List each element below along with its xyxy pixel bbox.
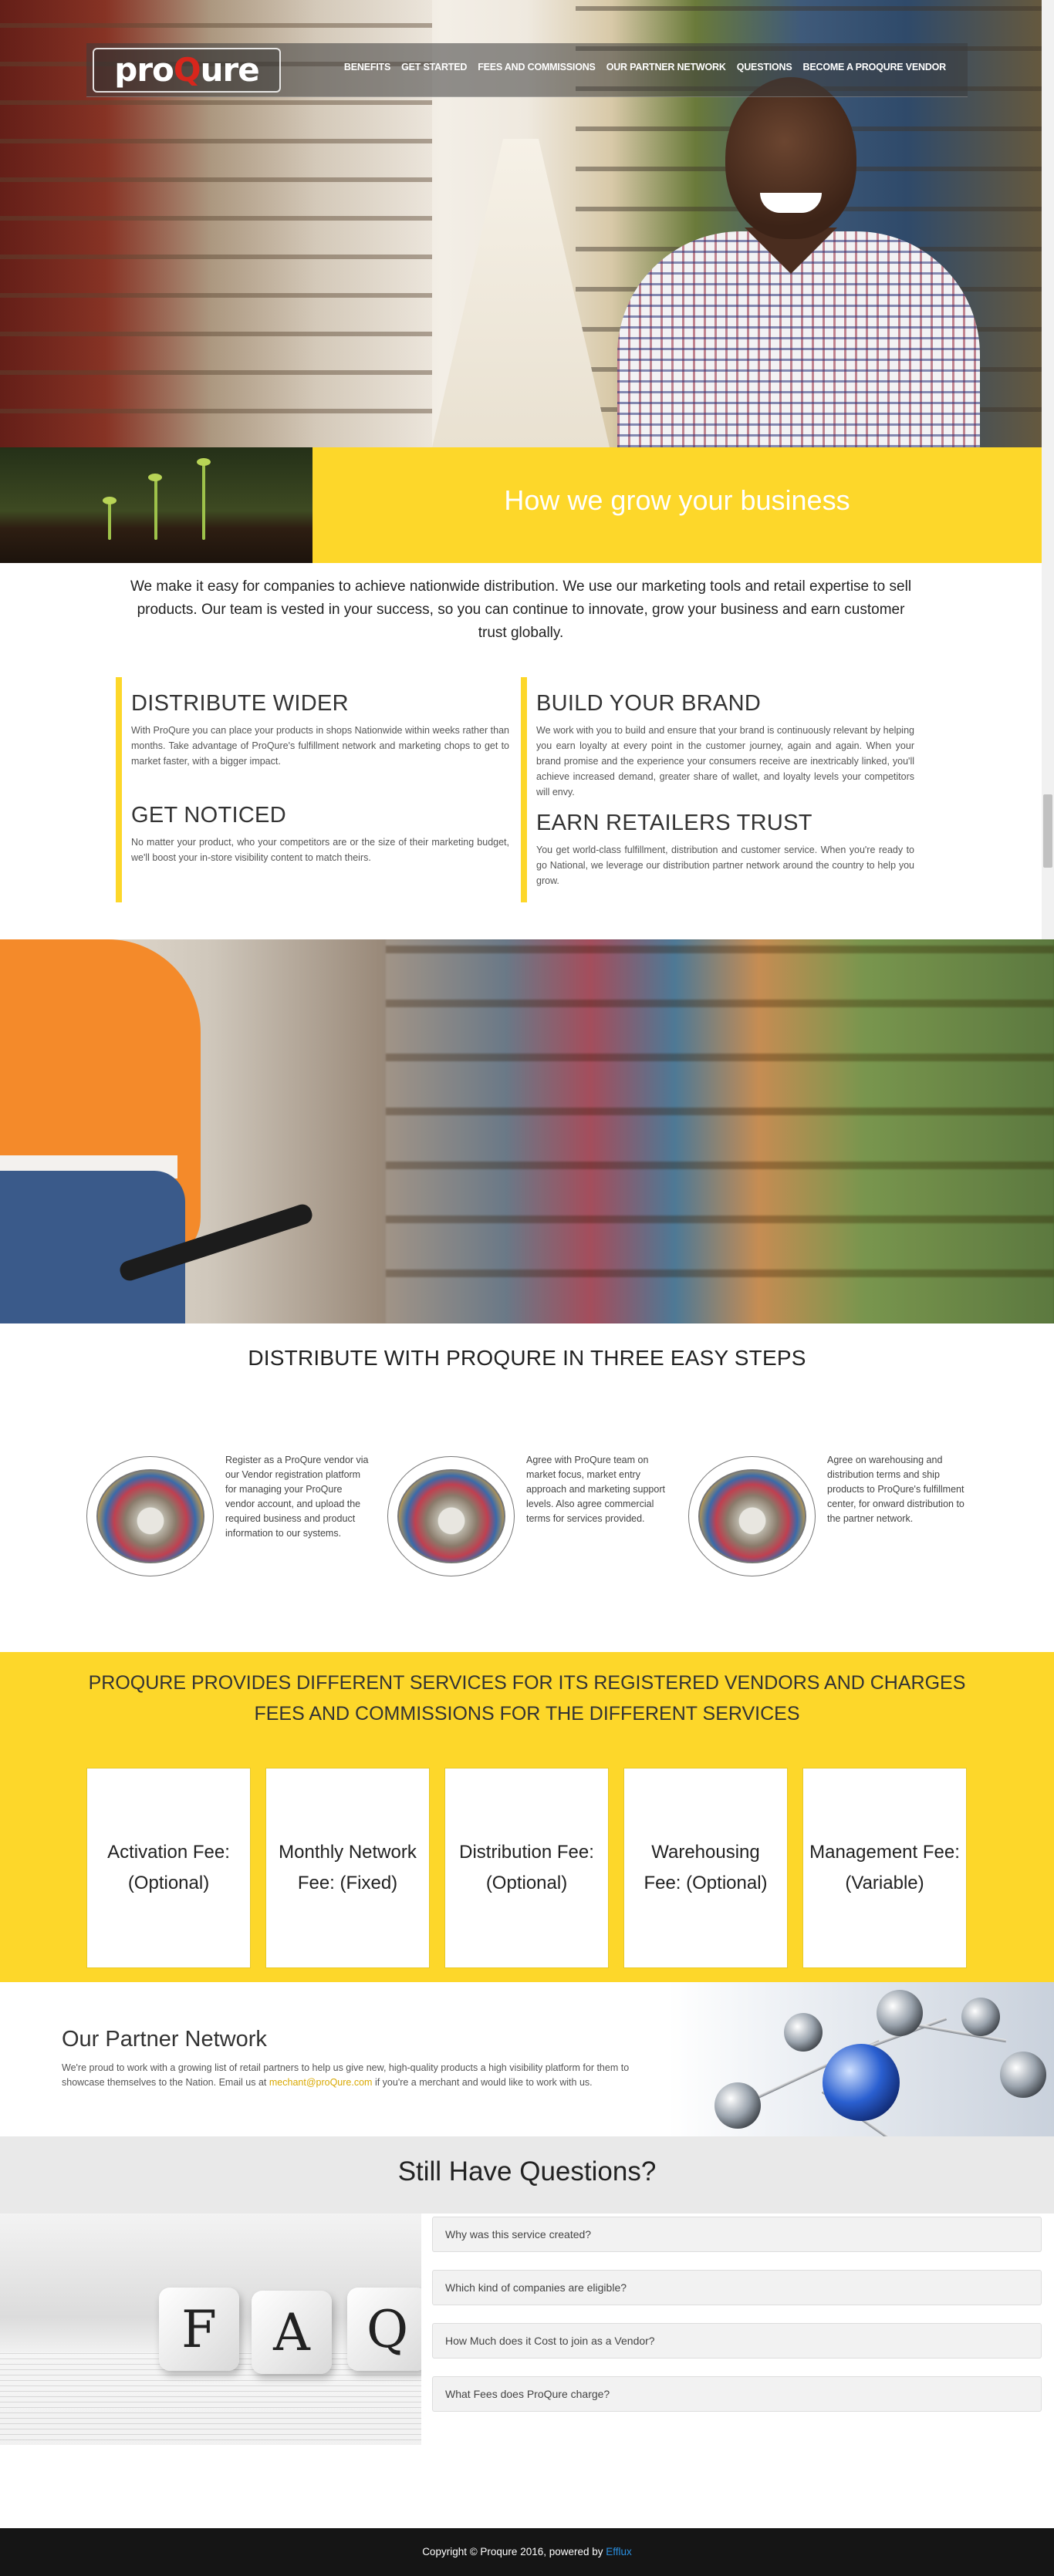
step-2-image <box>387 1456 515 1576</box>
faq-item-why-created[interactable]: Why was this service created? <box>432 2217 1042 2252</box>
faq-item-eligible[interactable]: Which kind of companies are eligible? <box>432 2270 1042 2305</box>
fee-card-monthly-network[interactable]: Monthly Network Fee: (Fixed) <box>265 1768 430 1968</box>
network-sphere-blue <box>823 2044 900 2121</box>
features-right: BUILD YOUR BRAND We work with you to bui… <box>521 677 914 902</box>
feature-title-brand: BUILD YOUR BRAND <box>536 691 762 716</box>
faq-die-a: A <box>252 2291 332 2374</box>
scrollbar-thumb[interactable] <box>1043 794 1052 868</box>
partner-title: Our Partner Network <box>62 2027 267 2052</box>
step-1-image <box>86 1456 214 1576</box>
fee-card-activation[interactable]: Activation Fee: (Optional) <box>86 1768 251 1968</box>
nav-fees-and-commissions[interactable]: FEES AND COMMISSIONS <box>478 62 596 72</box>
fees-title-line-1: PROQURE PROVIDES DIFFERENT SERVICES FOR … <box>88 1672 966 1694</box>
nav-questions[interactable]: QUESTIONS <box>737 62 792 72</box>
nav-get-started[interactable]: GET STARTED <box>401 62 467 72</box>
shopping-cart-photo <box>0 939 1054 1323</box>
sprout-stem <box>108 501 111 540</box>
sprout-leaf <box>148 474 162 481</box>
faq-dice-image: F A Q <box>0 2214 421 2445</box>
network-sphere <box>961 1998 1000 2036</box>
faq-item-fees[interactable]: What Fees does ProQure charge? <box>432 2376 1042 2412</box>
nav-our-partner-network[interactable]: OUR PARTNER NETWORK <box>606 62 726 72</box>
feature-text-noticed: No matter your product, who your competi… <box>131 837 509 863</box>
fee-card-distribution[interactable]: Distribution Fee: (Optional) <box>444 1768 609 1968</box>
step-aisle-thumb <box>397 1469 505 1563</box>
steps-title: DISTRIBUTE WITH PROQURE IN THREE EASY ST… <box>248 1346 806 1370</box>
grow-title: How we grow your business <box>504 484 850 516</box>
faq-die-f: F <box>159 2288 239 2371</box>
step-1-text: Register as a ProQure vendor via our Ven… <box>225 1455 369 1539</box>
step-3-text: Agree on warehousing and distribution te… <box>827 1455 964 1524</box>
intro-paragraph: We make it easy for companies to achieve… <box>130 578 912 641</box>
nav-benefits[interactable]: BENEFITS <box>344 62 390 72</box>
sprouts-photo <box>0 447 312 563</box>
main-nav: BENEFITS GET STARTED FEES AND COMMISSION… <box>344 62 946 72</box>
partner-text: We're proud to work with a growing list … <box>62 2061 633 2090</box>
grow-banner: How we grow your business <box>0 447 1042 563</box>
partner-email-link[interactable]: mechant@proQure.com <box>269 2077 373 2088</box>
step-1: Register as a ProQure vendor via our Ven… <box>86 1453 380 1576</box>
step-2: Agree with ProQure team on market focus,… <box>387 1453 681 1576</box>
footer-copyright: Copyright © Proqure 2016, powered by <box>422 2546 606 2557</box>
step-2-text: Agree with ProQure team on market focus,… <box>526 1455 665 1524</box>
network-sphere <box>877 1990 923 2036</box>
network-spheres-image <box>668 1982 1054 2136</box>
partner-text-after: if you're a merchant and would like to w… <box>372 2077 593 2088</box>
questions-title: Still Have Questions? <box>397 2156 657 2187</box>
step-3: Agree on warehousing and distribution te… <box>688 1453 981 1576</box>
proqure-logo[interactable]: proQure <box>93 48 281 93</box>
faq-item-cost[interactable]: How Much does it Cost to join as a Vendo… <box>432 2323 1042 2359</box>
faq-die-q: Q <box>347 2288 421 2371</box>
blurred-shelves <box>386 939 1054 1323</box>
footer: Copyright © Proqure 2016, powered by Eff… <box>0 2528 1054 2576</box>
network-sphere <box>1000 2052 1046 2098</box>
hero-smiling-man <box>602 77 1003 447</box>
hero-man-head <box>725 77 856 239</box>
jeans <box>0 1171 185 1323</box>
footer-powered-link[interactable]: Efflux <box>606 2546 632 2557</box>
fees-title: PROQURE PROVIDES DIFFERENT SERVICES FOR … <box>0 1667 1054 1729</box>
questions-header: Still Have Questions? <box>0 2136 1054 2214</box>
feature-title-trust: EARN RETAILERS TRUST <box>536 811 812 835</box>
fee-card-management[interactable]: Management Fee: (Variable) <box>802 1768 967 1968</box>
fees-title-line-2: FEES AND COMMISSIONS FOR THE DIFFERENT S… <box>254 1703 800 1725</box>
sprout-stem <box>202 463 205 540</box>
feature-text-trust: You get world-class fulfillment, distrib… <box>536 845 914 886</box>
sprout-leaf <box>103 497 117 504</box>
nav-become-vendor[interactable]: BECOME A PROQURE VENDOR <box>803 62 947 72</box>
fees-section: PROQURE PROVIDES DIFFERENT SERVICES FOR … <box>0 1652 1054 1982</box>
partner-section: Our Partner Network We're proud to work … <box>0 1982 1054 2136</box>
feature-text-distribute: With ProQure you can place your products… <box>131 725 509 767</box>
sprout-stem <box>154 478 157 540</box>
network-sphere <box>714 2082 761 2129</box>
feature-title-noticed: GET NOTICED <box>131 803 286 828</box>
feature-text-brand: We work with you to build and ensure tha… <box>536 725 914 797</box>
network-sphere <box>784 2013 823 2052</box>
step-aisle-thumb <box>96 1469 204 1563</box>
features-left: DISTRIBUTE WIDER With ProQure you can pl… <box>116 677 509 902</box>
hero-banner: proQure BENEFITS GET STARTED FEES AND CO… <box>0 0 1054 447</box>
step-aisle-thumb <box>698 1469 806 1563</box>
step-3-image <box>688 1456 816 1576</box>
feature-title-distribute: DISTRIBUTE WIDER <box>131 691 349 716</box>
fee-card-warehousing[interactable]: Warehousing Fee: (Optional) <box>623 1768 788 1968</box>
top-navbar: proQure BENEFITS GET STARTED FEES AND CO… <box>86 43 968 97</box>
sprout-leaf <box>197 458 211 466</box>
